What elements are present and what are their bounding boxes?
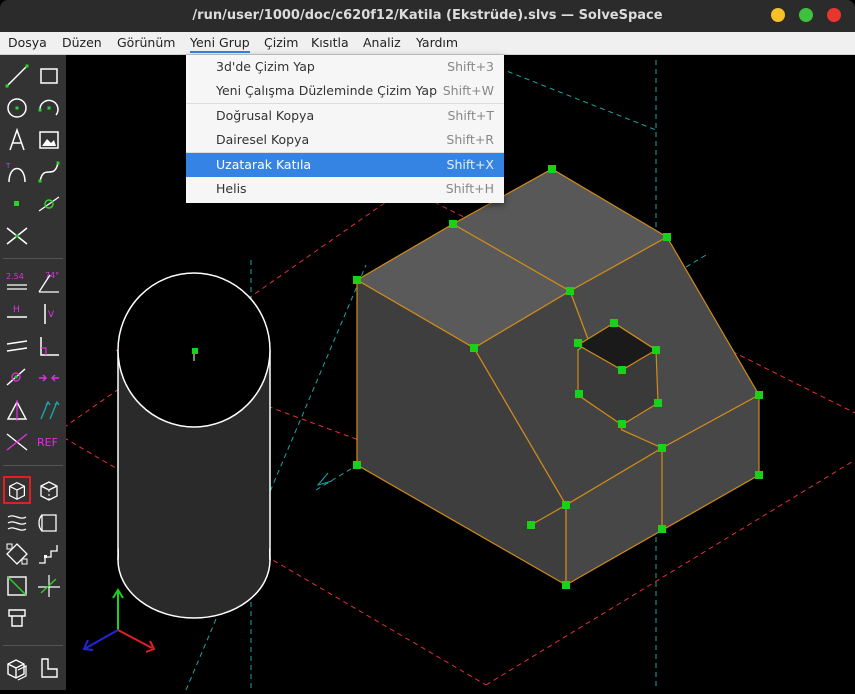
circle-icon[interactable]: [4, 95, 30, 121]
reference-label: REF: [37, 436, 58, 449]
horizontal-constraint-icon[interactable]: H: [4, 301, 30, 327]
point-on-entity-icon[interactable]: [4, 365, 30, 391]
lathe-icon[interactable]: [36, 477, 62, 503]
workplane-icon[interactable]: [4, 573, 30, 599]
helix-icon[interactable]: [4, 509, 30, 535]
menu-bar: Dosya Düzen Görünüm Yeni Grup Çizim Kısı…: [0, 32, 855, 55]
point-icon[interactable]: [4, 191, 30, 217]
menu-analiz[interactable]: Analiz: [363, 35, 401, 50]
menu-item-shortcut: Shift+R: [446, 132, 494, 147]
step-rotate-icon[interactable]: [36, 541, 62, 567]
menu-item-label: 3d'de Çizim Yap: [216, 59, 315, 74]
menu-item-extrude[interactable]: Uzatarak Katıla Shift+X: [186, 153, 504, 177]
menu-duzen[interactable]: Düzen: [62, 35, 102, 50]
symmetric-constraint-icon[interactable]: [4, 397, 30, 423]
perpendicular-constraint-icon[interactable]: [36, 333, 62, 359]
menu-item-label: Yeni Çalışma Düzleminde Çizim Yap: [216, 83, 438, 98]
solid-view-icon[interactable]: [4, 655, 30, 681]
menu-item-label: Uzatarak Katıla: [216, 157, 312, 172]
nearest-iso-view-icon[interactable]: [36, 573, 62, 599]
maximize-button[interactable]: [799, 8, 813, 22]
reference-toggle-icon[interactable]: REF: [36, 429, 64, 455]
vertical-label: V: [48, 310, 55, 320]
split-curves-icon[interactable]: [4, 223, 30, 249]
toolbar-separator: [3, 258, 63, 259]
midpoint-constraint-icon[interactable]: [36, 365, 62, 391]
menu-item-helix[interactable]: Helis Shift+H: [186, 177, 504, 201]
menu-cizim[interactable]: Çizim: [264, 35, 298, 50]
menu-item-linear-copy[interactable]: Doğrusal Kopya Shift+T: [186, 104, 504, 128]
distance-dimension-icon[interactable]: 2.54: [4, 269, 30, 295]
revolve-icon[interactable]: [36, 509, 62, 535]
menu-item-shortcut: Shift+T: [447, 108, 494, 123]
vertical-constraint-icon[interactable]: V: [36, 301, 62, 327]
tool-palette: T 2.54 74° H V REF: [0, 55, 66, 690]
parallel-constraint-icon[interactable]: [4, 333, 30, 359]
construction-line-icon[interactable]: [36, 191, 62, 217]
horizontal-label: H: [13, 305, 20, 315]
menu-item-3d-sketch[interactable]: 3d'de Çizim Yap Shift+3: [186, 55, 504, 79]
menu-item-label: Doğrusal Kopya: [216, 108, 315, 123]
line-segment-icon[interactable]: [4, 63, 30, 89]
extruded-solid: [355, 168, 760, 587]
same-orientation-icon[interactable]: [36, 397, 62, 423]
image-icon[interactable]: [36, 127, 62, 153]
step-translate-icon[interactable]: [4, 541, 30, 567]
menu-item-shortcut: Shift+W: [442, 83, 494, 98]
menu-yardim[interactable]: Yardım: [416, 35, 458, 50]
svg-text:T: T: [5, 162, 11, 170]
menu-dosya[interactable]: Dosya: [8, 35, 47, 50]
yeni-grup-dropdown: 3d'de Çizim Yap Shift+3 Yeni Çalışma Düz…: [186, 55, 504, 203]
section-view-icon[interactable]: [36, 655, 62, 681]
menu-item-shortcut: Shift+H: [445, 181, 494, 196]
menu-item-label: Helis: [216, 181, 247, 196]
menu-item-circular-copy[interactable]: Dairesel Kopya Shift+R: [186, 128, 504, 152]
close-button[interactable]: [827, 8, 841, 22]
title-bar: /run/user/1000/doc/c620f12/Katila (Ekstr…: [0, 0, 855, 32]
text-icon[interactable]: [4, 127, 30, 153]
menu-yeni-grup[interactable]: Yeni Grup: [190, 35, 250, 53]
minimize-button[interactable]: [771, 8, 785, 22]
menu-item-new-workplane-sketch[interactable]: Yeni Çalışma Düzleminde Çizim Yap Shift+…: [186, 79, 504, 103]
angle-dimension-icon[interactable]: 74°: [36, 269, 62, 295]
axis-arrowhead: [316, 472, 333, 486]
spline-icon[interactable]: [36, 159, 62, 185]
ortho-view-icon[interactable]: [4, 605, 30, 631]
cylinder-solid: [117, 272, 271, 619]
extrude-icon[interactable]: [3, 476, 31, 504]
menu-kisitla[interactable]: Kısıtla: [311, 35, 349, 50]
arc-icon[interactable]: [36, 95, 62, 121]
toolbar-separator: [3, 645, 63, 646]
dimension-label: 2.54: [6, 272, 24, 281]
menu-item-shortcut: Shift+3: [447, 59, 494, 74]
window-title: /run/user/1000/doc/c620f12/Katila (Ekstr…: [192, 8, 663, 23]
tangent-arc-icon[interactable]: T: [4, 159, 30, 185]
menu-gorunum[interactable]: Görünüm: [117, 35, 175, 50]
menu-item-shortcut: Shift+X: [446, 157, 494, 172]
other-supplementary-angle-icon[interactable]: [4, 429, 30, 455]
menu-item-label: Dairesel Kopya: [216, 132, 310, 147]
rectangle-icon[interactable]: [36, 63, 62, 89]
toolbar-separator: [3, 465, 63, 466]
